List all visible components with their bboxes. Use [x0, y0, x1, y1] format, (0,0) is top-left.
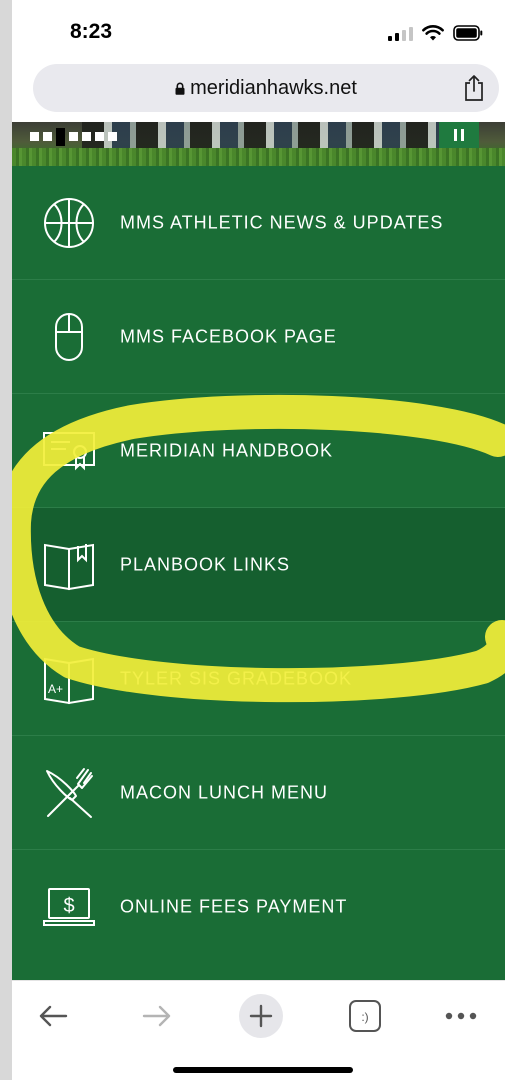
pause-icon: [454, 129, 457, 141]
basketball-icon: [44, 197, 94, 248]
menu-label: MMS ATHLETIC NEWS & UPDATES: [120, 212, 444, 232]
tabs-icon-text: :): [361, 1010, 368, 1024]
laptop-dollar-icon: $: [43, 887, 95, 926]
banner-grass: [12, 148, 505, 166]
menu-item-gradebook[interactable]: A+ TYLER SIS GRADEBOOK: [12, 621, 505, 735]
tabs-icon: :): [349, 1000, 381, 1032]
more-icon: [445, 1012, 477, 1020]
status-time: 8:23: [70, 20, 113, 43]
share-icon[interactable]: [463, 74, 485, 102]
signal-icon: [388, 25, 413, 41]
book-icon: [44, 543, 94, 590]
menu-label: TYLER SIS GRADEBOOK: [120, 668, 353, 688]
phone-screen: 8:23 meridianhawks.net MMS ATHLETIC NEWS…: [12, 0, 505, 1080]
status-bar: 8:23: [12, 0, 505, 64]
banner-image: [12, 122, 505, 166]
more-button[interactable]: [436, 991, 486, 1041]
pause-button[interactable]: [439, 122, 479, 148]
battery-icon: [453, 25, 483, 41]
lock-icon: [175, 82, 185, 96]
menu-item-athletic-news[interactable]: MMS ATHLETIC NEWS & UPDATES: [12, 166, 505, 279]
gradebook-icon-text: A+: [48, 682, 63, 696]
url-display[interactable]: meridianhawks.net: [33, 77, 499, 100]
laptop-dollar-icon-text: $: [63, 895, 74, 917]
browser-toolbar: :): [12, 980, 505, 1080]
menu-item-lunch-menu[interactable]: MACON LUNCH MENU: [12, 735, 505, 849]
menu-label: ONLINE FEES PAYMENT: [120, 896, 348, 916]
banner-mural: [82, 122, 442, 148]
link-menu: MMS ATHLETIC NEWS & UPDATES MMS FACEBOOK…: [12, 166, 505, 963]
menu-label: MMS FACEBOOK PAGE: [120, 326, 337, 346]
home-indicator[interactable]: [173, 1067, 353, 1073]
url-text: meridianhawks.net: [190, 77, 357, 99]
menu-item-handbook[interactable]: MERIDIAN HANDBOOK: [12, 393, 505, 507]
back-arrow-icon: [39, 1005, 68, 1027]
menu-item-facebook[interactable]: MMS FACEBOOK PAGE: [12, 279, 505, 393]
banner-blocks: [30, 128, 117, 146]
certificate-icon: [43, 431, 95, 470]
address-bar[interactable]: meridianhawks.net: [33, 64, 499, 112]
new-tab-button[interactable]: [236, 991, 286, 1041]
back-button[interactable]: [28, 991, 78, 1041]
menu-label: PLANBOOK LINKS: [120, 554, 291, 574]
menu-label: MACON LUNCH MENU: [120, 782, 329, 802]
wifi-icon: [422, 24, 444, 40]
gradebook-icon: A+: [44, 657, 94, 704]
fork-knife-icon: [46, 767, 93, 818]
status-icons: [388, 22, 483, 44]
tabs-button[interactable]: :): [340, 991, 390, 1041]
forward-arrow-icon: [142, 1005, 171, 1027]
page-content: MMS ATHLETIC NEWS & UPDATES MMS FACEBOOK…: [12, 122, 505, 980]
mouse-icon: [55, 312, 83, 361]
new-tab-icon: [239, 994, 283, 1038]
menu-item-planbook[interactable]: PLANBOOK LINKS: [12, 507, 505, 621]
menu-item-fees-payment[interactable]: $ ONLINE FEES PAYMENT: [12, 849, 505, 963]
forward-button[interactable]: [132, 991, 182, 1041]
menu-label: MERIDIAN HANDBOOK: [120, 440, 334, 460]
